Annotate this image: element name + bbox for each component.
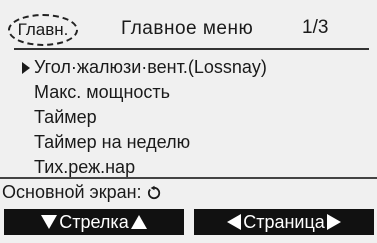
cursor-softkey[interactable]: Стрелка: [4, 209, 184, 235]
menu-item-label: Угол·жалюзи·вент.(Lossnay): [34, 57, 267, 77]
softkey-bar: Стрелка Страница: [2, 209, 375, 235]
triangle-left-icon: [227, 214, 242, 230]
cursor-arrow-icon: [22, 62, 30, 74]
menu-item-timer[interactable]: Таймер: [14, 105, 369, 130]
menu-item-label: Тих.реж.нар: [34, 157, 136, 177]
page-title: Главное меню: [121, 18, 254, 39]
header-divider: [14, 48, 369, 50]
home-label: Главн.: [17, 20, 69, 39]
menu-item-high-power[interactable]: Макс. мощность: [14, 80, 369, 105]
header: Главн. Главное меню 1/3: [0, 8, 377, 48]
page-indicator: 1/3: [302, 17, 329, 38]
remote-controller-screen: Главн. Главное меню 1/3 Угол·жалюзи·вент…: [0, 0, 377, 243]
menu-item-label: Таймер: [34, 107, 97, 127]
return-arrow-icon[interactable]: [146, 185, 162, 201]
home-screen-label: Основной экран:: [2, 182, 142, 202]
menu-item-weekly-timer[interactable]: Таймер на неделю: [14, 130, 369, 155]
triangle-up-icon: [130, 215, 147, 229]
triangle-right-icon: [326, 214, 341, 230]
cursor-softkey-label: Стрелка: [59, 211, 129, 232]
menu-item-label: Таймер на неделю: [34, 132, 191, 152]
footer-divider: [0, 177, 377, 179]
home-screen-row: Основной экран:: [2, 182, 162, 203]
menu-item-label: Макс. мощность: [34, 82, 171, 102]
page-softkey[interactable]: Страница: [194, 209, 374, 235]
home-button[interactable]: Главн.: [8, 14, 78, 46]
main-menu-list: Угол·жалюзи·вент.(Lossnay) Макс. мощност…: [14, 55, 369, 180]
page-softkey-label: Страница: [243, 211, 325, 232]
menu-item-vane-louver-vent[interactable]: Угол·жалюзи·вент.(Lossnay): [14, 55, 369, 80]
triangle-down-icon: [41, 215, 58, 229]
